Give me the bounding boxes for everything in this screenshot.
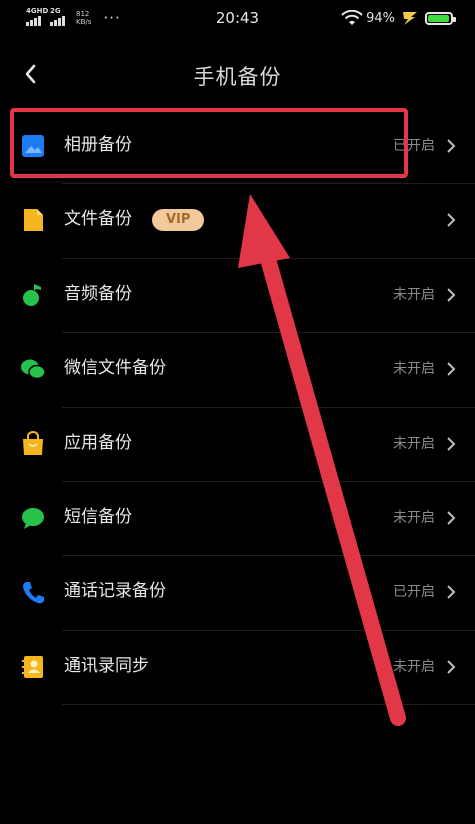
list-item-wechat-backup[interactable]: 微信文件备份 未开启: [0, 333, 475, 408]
file-icon: [24, 209, 43, 232]
item-label: 微信文件备份: [64, 358, 166, 379]
item-status: 未开启: [393, 361, 435, 378]
battery-icon: [425, 11, 456, 25]
chevron-right-icon: [447, 660, 456, 674]
chevron-right-icon: [447, 511, 456, 525]
item-label: 短信备份: [64, 506, 132, 527]
list-item-file-backup[interactable]: 文件备份: [0, 184, 475, 259]
list-item-audio-backup[interactable]: 音频备份 未开启: [0, 259, 475, 334]
backup-list: 相册备份 已开启 文件备份 音频备份 未开启 微信文件备份 未开启 应用备份 未…: [0, 110, 475, 706]
vip-badge: VIP: [152, 209, 205, 231]
list-item-contacts-sync[interactable]: 通讯录同步 未开启: [0, 631, 475, 706]
chevron-right-icon: [447, 362, 456, 376]
item-status: 未开启: [393, 509, 435, 526]
item-status: 未开启: [393, 658, 435, 675]
battery-percent: 94%: [366, 10, 395, 26]
app-bag-icon: [23, 430, 43, 455]
chevron-right-icon: [447, 213, 456, 228]
status-right: 94%: [341, 9, 456, 27]
vip-badge-wrap: VIP: [152, 208, 205, 231]
battery-fill: [428, 14, 449, 22]
item-label: 音频备份: [64, 283, 132, 304]
wechat-icon: [21, 359, 46, 380]
charging-bolt-icon: [403, 12, 417, 25]
wifi-icon: [341, 10, 363, 25]
page-title: 手机备份: [193, 65, 282, 89]
phone-icon: [23, 582, 44, 604]
list-item-sms-backup[interactable]: 短信备份 未开启: [0, 482, 475, 557]
item-status: 已开启: [393, 584, 435, 601]
item-status: 未开启: [393, 286, 435, 303]
item-label: 应用备份: [64, 432, 132, 453]
header: 手机备份: [0, 52, 475, 96]
status-bar: 4GHD 2G 812 KB/s ··· 20:43 94%: [0, 0, 475, 36]
list-item-app-backup[interactable]: 应用备份 未开启: [0, 408, 475, 482]
chevron-right-icon: [447, 585, 456, 600]
item-label: 通话记录备份: [64, 581, 166, 602]
chevron-right-icon: [447, 139, 456, 153]
message-icon: [22, 507, 44, 529]
music-note-icon: [23, 283, 41, 306]
chevron-right-icon: [447, 436, 456, 451]
list-item-call-log-backup[interactable]: 通话记录备份 已开启: [0, 556, 475, 631]
item-label: 文件备份: [64, 209, 132, 230]
chevron-right-icon: [447, 288, 456, 302]
highlight-box: [10, 108, 408, 178]
item-status: 未开启: [393, 435, 435, 452]
contacts-icon: [22, 655, 43, 678]
item-label: 通讯录同步: [64, 655, 149, 676]
